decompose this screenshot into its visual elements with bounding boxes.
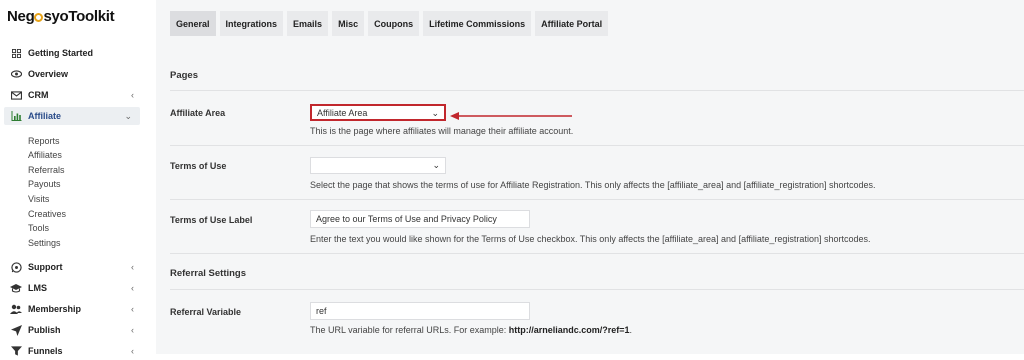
tab-coupons[interactable]: Coupons [368,11,420,36]
chevron-left-icon: ‹ [131,304,134,314]
referral-variable-description: The URL variable for referral URLs. For … [310,325,633,335]
sidebar-subitem-creatives[interactable]: Creatives [28,209,66,219]
sidebar-item-funnels[interactable]: Funnels ‹ [0,342,156,360]
sidebar-item-membership[interactable]: Membership ‹ [0,300,156,318]
sidebar-item-label: Getting Started [28,48,94,58]
chevron-left-icon: ‹ [131,262,134,272]
graduation-cap-icon [10,282,22,294]
sidebar-item-overview[interactable]: Overview [0,65,156,83]
referral-variable-label: Referral Variable [170,307,242,317]
section-title-pages: Pages [170,70,198,81]
affiliate-area-description: This is the page where affiliates will m… [310,126,574,136]
affiliate-area-select[interactable]: Affiliate Area ⌄ [310,104,446,121]
chevron-left-icon: ‹ [131,283,134,293]
tab-affiliate-portal[interactable]: Affiliate Portal [535,11,609,36]
chevron-down-icon: ⌄ [431,108,439,118]
sidebar-subitem-tools[interactable]: Tools [28,223,49,233]
annotation-arrow [450,112,572,120]
sidebar-item-label: Overview [28,69,69,79]
referral-example-url: http://arneliandc.com/?ref=1 [508,325,630,335]
chevron-left-icon: ‹ [131,346,134,356]
bar-chart-icon [10,110,22,122]
settings-tabs: General Integrations Emails Misc Coupons… [170,11,609,36]
sidebar-item-label: Publish [28,325,61,335]
terms-of-use-label-label: Terms of Use Label [170,215,253,225]
chevron-left-icon: ‹ [131,325,134,335]
sidebar-subitem-affiliates[interactable]: Affiliates [28,150,62,160]
sidebar-item-publish[interactable]: Publish ‹ [0,321,156,339]
affiliate-area-label: Affiliate Area [170,108,226,118]
sidebar-item-label: Support [28,262,63,272]
chevron-down-icon: ⌄ [124,110,132,121]
sidebar-item-crm[interactable]: CRM ‹ [0,86,156,104]
sidebar-subitem-reports[interactable]: Reports [28,136,60,146]
sidebar: Neg syoToolkit Getting Started Overview C… [0,0,156,356]
sidebar-item-label: Membership [28,304,82,314]
grid-icon [10,47,22,59]
sidebar-item-getting-started[interactable]: Getting Started [0,44,156,62]
sidebar-subitem-referrals[interactable]: Referrals [28,165,65,175]
divider [170,199,1024,200]
users-icon [10,303,22,315]
tab-emails[interactable]: Emails [287,11,329,36]
sidebar-subitem-payouts[interactable]: Payouts [28,179,61,189]
divider [170,253,1024,254]
sidebar-item-label: Funnels [28,346,63,356]
mail-icon [10,89,22,101]
sidebar-item-lms[interactable]: LMS ‹ [0,279,156,297]
chevron-left-icon: ‹ [131,90,134,100]
terms-of-use-label: Terms of Use [170,161,227,171]
terms-of-use-select[interactable]: ⌄ [310,157,446,174]
tab-lifetime-commissions[interactable]: Lifetime Commissions [423,11,532,36]
terms-of-use-description: Select the page that shows the terms of … [310,180,876,190]
sidebar-item-affiliate[interactable]: Affiliate ⌄ [4,107,140,125]
sidebar-item-support[interactable]: Support ‹ [0,258,156,276]
terms-of-use-label-description: Enter the text you would like shown for … [310,234,871,244]
eye-icon [10,68,22,80]
sidebar-subitem-visits[interactable]: Visits [28,194,49,204]
tab-misc[interactable]: Misc [332,11,365,36]
divider [170,289,1024,290]
divider [170,90,1024,91]
whatsapp-icon [10,261,22,273]
chevron-down-icon: ⌄ [432,160,440,170]
terms-of-use-label-input[interactable]: Agree to our Terms of Use and Privacy Po… [310,210,530,228]
sidebar-subitem-settings[interactable]: Settings [28,238,61,248]
tab-integrations[interactable]: Integrations [219,11,284,36]
main-content: General Integrations Emails Misc Coupons… [156,0,1024,354]
brand-logo[interactable]: Neg syoToolkit [7,8,115,25]
sidebar-item-label: Affiliate [28,111,62,121]
sidebar-item-label: LMS [28,283,47,293]
tab-general[interactable]: General [170,11,216,36]
send-icon [10,324,22,336]
funnel-icon [10,345,22,357]
sidebar-item-label: CRM [28,90,49,100]
divider [170,145,1024,146]
referral-variable-input[interactable]: ref [310,302,530,320]
section-title-referral-settings: Referral Settings [170,268,247,279]
